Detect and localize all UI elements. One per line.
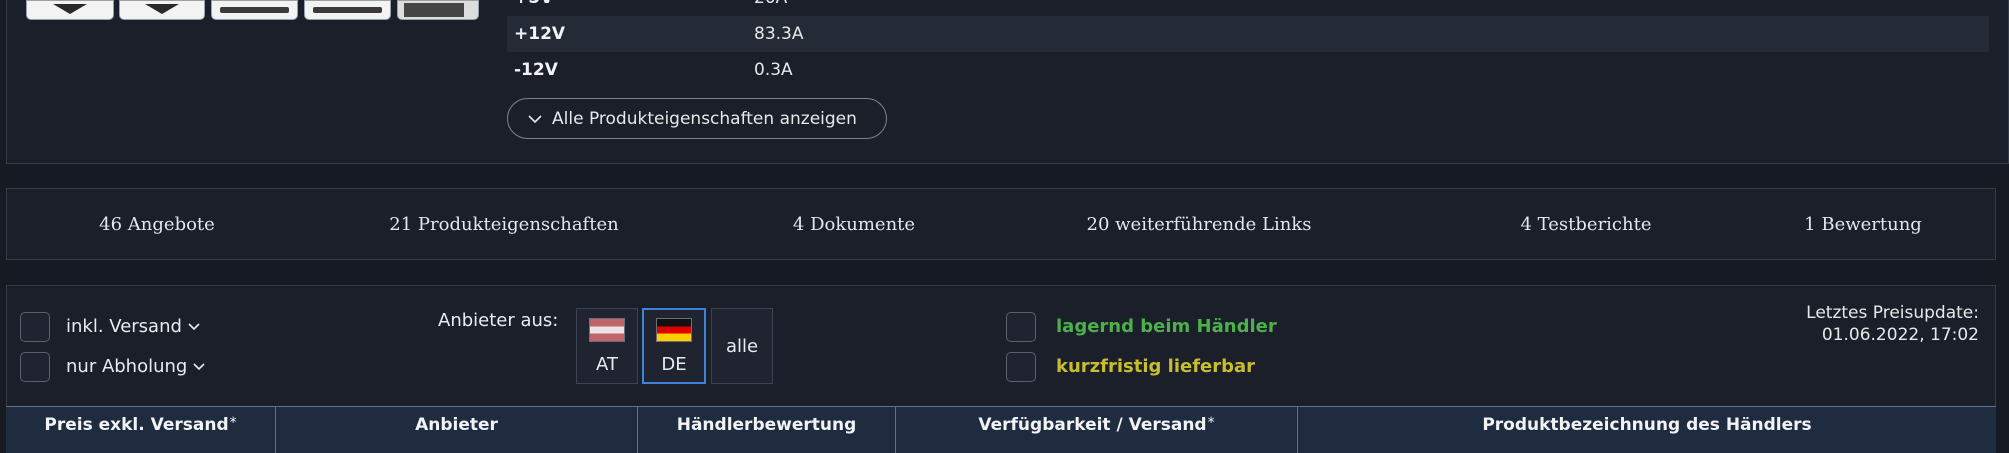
spec-value: 83.3A	[754, 24, 804, 44]
tab-links[interactable]: 20 weiterführende Links	[1087, 189, 1312, 259]
column-header-seller[interactable]: Anbieter	[276, 407, 638, 453]
all-label: alle	[725, 335, 759, 357]
last-update-label: Letztes Preisupdate:	[1806, 303, 1979, 323]
show-all-properties-button[interactable]: Alle Produkteigenschaften anzeigen	[507, 98, 887, 139]
country-filter-at[interactable]: AT	[576, 308, 638, 384]
tab-offers[interactable]: 46 Angebote	[99, 189, 215, 259]
pickup-dropdown[interactable]: nur Abholung	[66, 356, 205, 377]
country-code: DE	[661, 353, 687, 375]
sellers-from-label: Anbieter aus:	[438, 310, 559, 331]
column-header-product-name[interactable]: Produktbezeichnung des Händlers	[1298, 407, 1996, 453]
chevron-down-icon	[188, 322, 200, 330]
column-header-asterisk: *	[229, 415, 237, 431]
show-all-properties-label: Alle Produkteigenschaften anzeigen	[552, 108, 857, 129]
tab-product-properties[interactable]: 21 Produkteigenschaften	[389, 189, 618, 259]
short-term-label[interactable]: kurzfristig lieferbar	[1056, 356, 1255, 377]
shipping-dropdown[interactable]: inkl. Versand	[66, 316, 200, 337]
tab-test-reports[interactable]: 4 Testberichte	[1520, 189, 1651, 259]
shipping-checkbox[interactable]	[20, 312, 50, 342]
germany-flag-icon	[656, 317, 692, 342]
in-stock-label[interactable]: lagernd beim Händler	[1056, 316, 1277, 337]
spec-key: +5V	[514, 0, 553, 8]
column-header-price[interactable]: Preis exkl. Versand *	[6, 407, 276, 453]
spec-key: +12V	[514, 24, 566, 44]
shipping-label: inkl. Versand	[66, 316, 182, 337]
product-thumbnail-1[interactable]	[26, 0, 114, 20]
in-stock-checkbox[interactable]	[1006, 312, 1036, 342]
last-update-value: 01.06.2022, 17:02	[1821, 325, 1979, 345]
product-thumbnail-5[interactable]	[397, 0, 479, 20]
tab-ratings[interactable]: 1 Bewertung	[1804, 189, 1922, 259]
column-header-label: Anbieter	[415, 415, 498, 435]
product-thumbnail-2[interactable]	[119, 0, 205, 20]
spec-key: -12V	[514, 60, 558, 80]
spec-row: +5V 20A	[507, 0, 1989, 16]
spec-row: -12V 0.3A	[507, 52, 1989, 88]
product-thumbnail-3[interactable]	[211, 0, 298, 20]
tab-documents[interactable]: 4 Dokumente	[793, 189, 915, 259]
section-tabbar: 46 Angebote 21 Produkteigenschaften 4 Do…	[6, 188, 1996, 260]
column-header-label: Verfügbarkeit / Versand	[978, 415, 1207, 435]
chevron-down-icon	[528, 114, 542, 123]
short-term-checkbox[interactable]	[1006, 352, 1036, 382]
chevron-down-icon	[193, 362, 205, 370]
column-header-label: Produktbezeichnung des Händlers	[1482, 415, 1812, 435]
spec-row: +12V 83.3A	[507, 16, 1989, 52]
column-header-seller-rating[interactable]: Händlerbewertung	[638, 407, 896, 453]
spec-value: 20A	[754, 0, 787, 8]
column-header-label: Händlerbewertung	[676, 415, 857, 435]
country-filter-de[interactable]: DE	[642, 308, 706, 384]
spec-value: 0.3A	[754, 60, 793, 80]
pickup-checkbox[interactable]	[20, 352, 50, 382]
column-header-label: Preis exkl. Versand	[44, 415, 229, 435]
product-thumbnail-4[interactable]	[304, 0, 391, 20]
country-code: AT	[596, 353, 618, 375]
austria-flag-icon	[589, 317, 625, 342]
country-filter-all[interactable]: alle	[711, 308, 773, 384]
last-price-update: Letztes Preisupdate: 01.06.2022, 17:02	[1806, 302, 1979, 346]
column-header-asterisk: *	[1207, 415, 1215, 431]
offers-table-header: Preis exkl. Versand * Anbieter Händlerbew…	[6, 406, 1996, 453]
pickup-label: nur Abholung	[66, 356, 188, 377]
column-header-availability[interactable]: Verfügbarkeit / Versand *	[896, 407, 1298, 453]
